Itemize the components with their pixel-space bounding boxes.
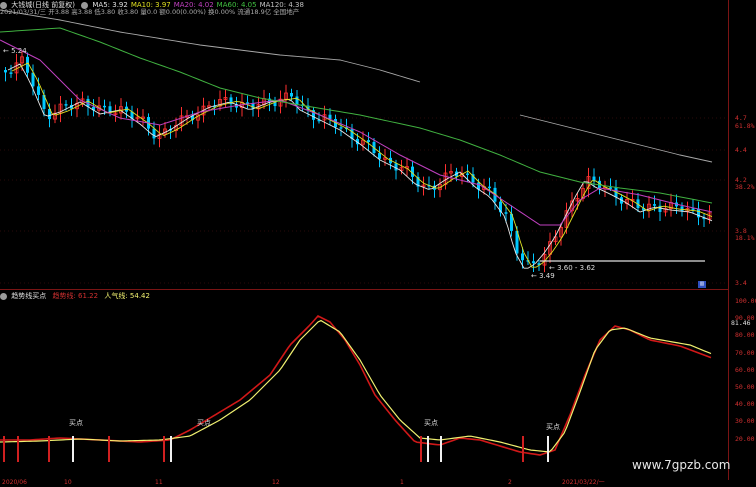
low-price-label: ← 3.49 xyxy=(531,272,555,280)
trend-line-label: 趋势线: 61.22 xyxy=(52,292,99,300)
candle-body-down xyxy=(378,153,381,159)
popularity-line-label: 人气线: 54.42 xyxy=(104,292,150,300)
popularity-line xyxy=(0,319,712,453)
indicator-header: 趋势线买点 趋势线: 61.22 人气线: 54.42 xyxy=(0,291,150,301)
candle-body-down xyxy=(653,204,656,206)
indicator-tick-6: 40.00 xyxy=(735,400,755,409)
price-tick-7: 3.4 xyxy=(735,279,747,287)
date-label-1: 10 xyxy=(64,479,72,486)
ma5-line xyxy=(7,63,713,269)
price-tick-6: 18.1% xyxy=(735,234,755,242)
date-label-5: 2 xyxy=(508,479,512,486)
indicator-tick-5: 50.00 xyxy=(735,383,755,391)
ma60-line xyxy=(0,27,713,204)
buy-signal-bar-7 xyxy=(420,436,422,462)
candle-body-down xyxy=(9,72,13,74)
candle-body-down xyxy=(64,104,68,106)
ma20-line xyxy=(0,39,713,226)
price-tick-1: 61.8% xyxy=(735,122,755,130)
buy-signal-bar-0 xyxy=(3,436,5,462)
high-price-label: ← 5.24 xyxy=(3,47,27,55)
price-chart[interactable] xyxy=(0,0,756,487)
date-axis: 2020/06 10 11 12 1 2 2021/03/22/一 xyxy=(0,479,728,487)
ma10-line xyxy=(11,62,713,268)
price-axis: 4.7 61.8% 4.4 4.2 38.2% 3.8 18.1% 3.4 xyxy=(728,0,756,290)
candle-body-down xyxy=(103,105,106,108)
buy-signal-bar-9 xyxy=(440,436,442,462)
buy-label-3: 买点 xyxy=(424,419,438,427)
date-label-0: 2020/06 xyxy=(2,479,27,486)
candle-body-down xyxy=(4,70,7,73)
buy-signal-bar-8 xyxy=(427,436,429,462)
ma120-line-b xyxy=(519,114,713,163)
candle-body-down xyxy=(290,93,293,97)
indicator-tick-8: 20.00 xyxy=(735,434,755,443)
indicator-tick-2: 80.00 xyxy=(735,331,755,340)
buy-signal-bar-2 xyxy=(48,436,50,462)
panel-divider[interactable] xyxy=(0,289,728,290)
date-label-3: 12 xyxy=(272,479,280,486)
price-tick-2: 4.4 xyxy=(735,146,747,154)
indicator-tick-7: 30.00 xyxy=(735,417,755,426)
ma120-line-a xyxy=(0,9,421,83)
candle-body-down xyxy=(488,186,491,189)
date-label-2: 11 xyxy=(155,479,163,486)
indicator-tick-4: 60.00 xyxy=(735,365,755,374)
buy-signal-bar-1 xyxy=(17,436,19,462)
buy-label-2: 买点 xyxy=(197,419,211,427)
candle-body-down xyxy=(394,163,398,171)
date-label-4: 1 xyxy=(400,479,404,486)
candle-body-down xyxy=(37,86,40,95)
buy-signal-bar-11 xyxy=(547,436,549,462)
candle-body-down xyxy=(466,173,469,175)
candle-body-down xyxy=(532,261,535,264)
price-tick-4: 38.2% xyxy=(735,183,755,191)
buy-signal-bar-10 xyxy=(522,436,524,462)
indicator-settings-icon[interactable] xyxy=(0,292,7,300)
candle-body-down xyxy=(504,212,508,214)
indicator-tick-3: 70.00 xyxy=(735,348,755,357)
candle-body-down xyxy=(295,96,299,105)
watermark: www.7gpzb.com xyxy=(632,458,731,472)
date-label-6: 2021/03/22/一 xyxy=(562,479,605,486)
buy-signal-bar-5 xyxy=(163,436,165,462)
indicator-title: 趋势线买点 xyxy=(11,292,47,300)
buy-signal-bar-4 xyxy=(108,436,110,462)
price-tick-0: 4.7 xyxy=(735,114,747,122)
buy-label-4: 买点 xyxy=(546,423,560,431)
indicator-current-value: 81.46 xyxy=(731,319,751,327)
candle-body-down xyxy=(152,128,156,139)
candle-body-down xyxy=(367,140,370,143)
buy-signal-bar-3 xyxy=(72,436,74,462)
candle-body-down xyxy=(592,176,596,181)
candle-body-down xyxy=(521,253,524,261)
buy-signal-bar-6 xyxy=(170,436,172,462)
indicator-tick-0: 100.00 xyxy=(735,297,756,305)
candle-body-down xyxy=(691,208,695,210)
candle-body-down xyxy=(339,127,343,129)
buy-label-1: 买点 xyxy=(69,419,83,427)
scroll-icon[interactable]: ▥ xyxy=(698,281,706,288)
range-label: ← 3.60 - 3.62 xyxy=(549,264,596,272)
